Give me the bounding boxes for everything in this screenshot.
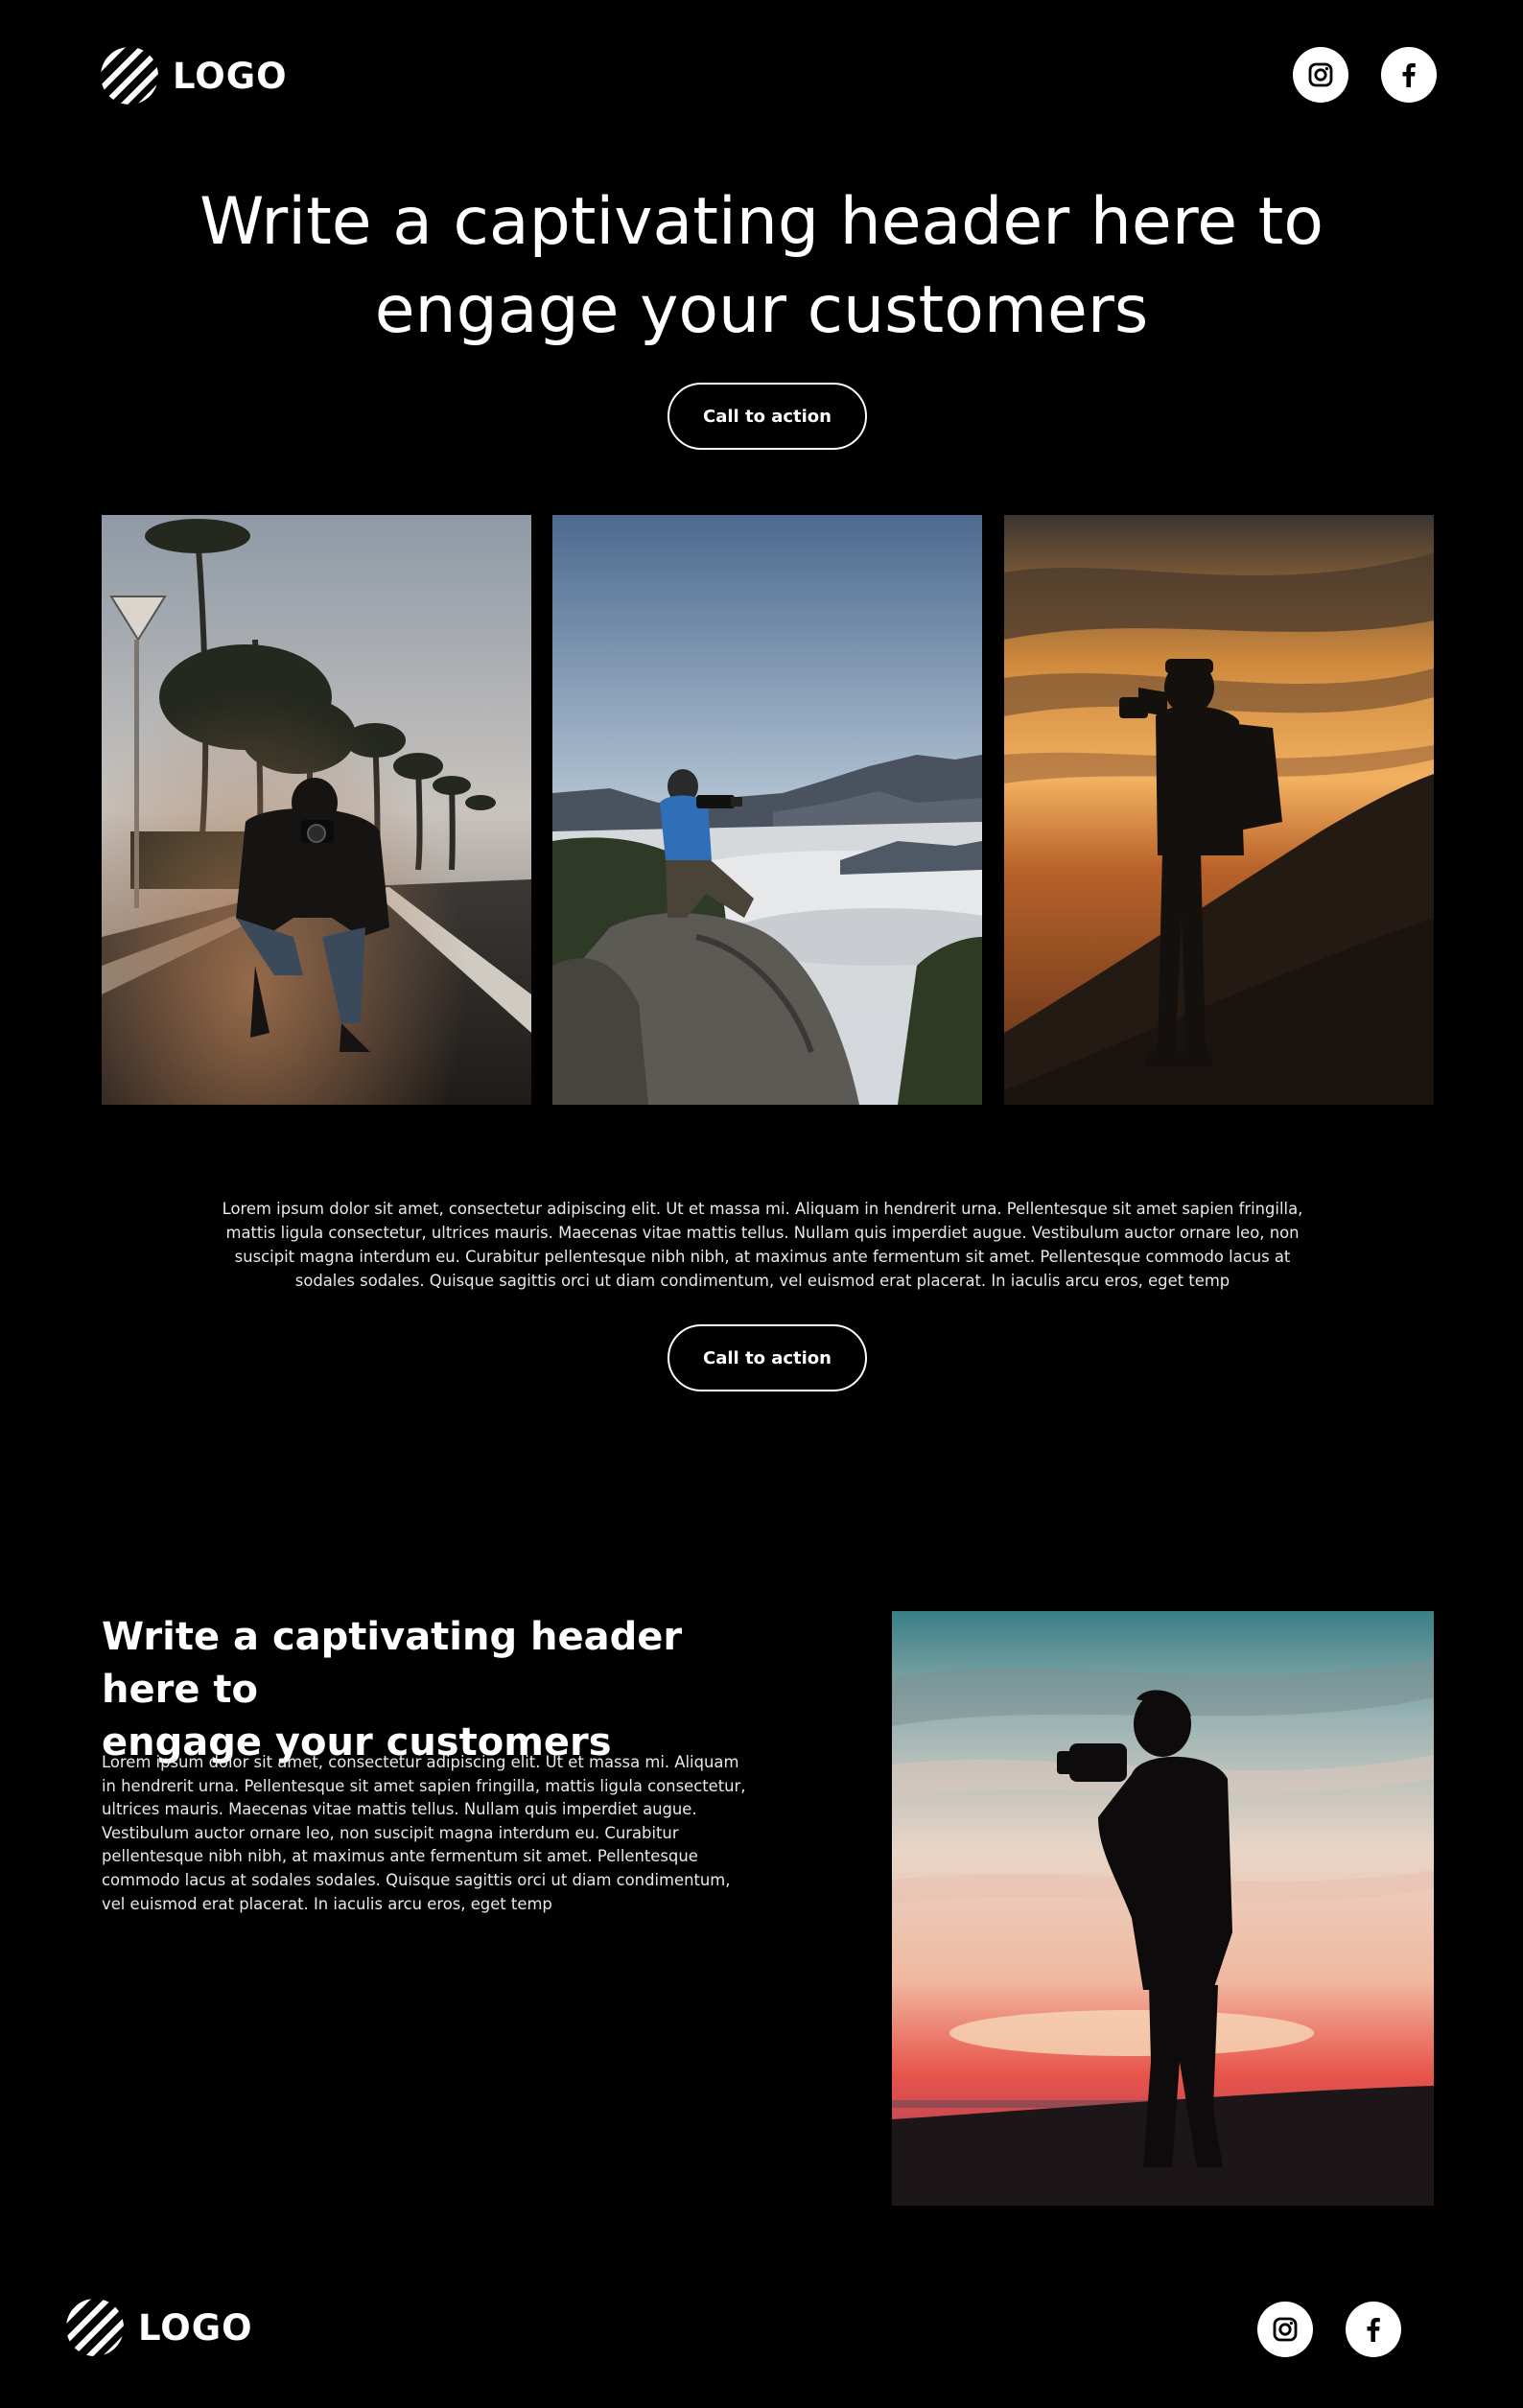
- footer-social-links: [1257, 2302, 1401, 2357]
- instagram-icon: [1273, 2317, 1298, 2342]
- facebook-icon: [1367, 2318, 1380, 2342]
- photographer-on-mountain-photo: [552, 515, 982, 1105]
- hero-title-line-2: engage your customers: [374, 272, 1149, 348]
- logo-text: LOGO: [138, 2306, 253, 2349]
- instagram-button[interactable]: [1293, 47, 1348, 103]
- feature-paragraph: Lorem ipsum dolor sit amet, consectetur …: [102, 1753, 746, 1913]
- hero-title-line-1: Write a captivating header here to: [199, 184, 1324, 260]
- facebook-button[interactable]: [1346, 2302, 1401, 2357]
- facebook-button[interactable]: [1381, 47, 1437, 103]
- instagram-icon: [1308, 62, 1333, 87]
- photographer-on-road-photo: [102, 515, 531, 1105]
- body-cta-button[interactable]: Call to action: [668, 1324, 867, 1391]
- logo-mark-icon: [66, 2299, 124, 2356]
- photographer-silhouette-feature-photo: [892, 1611, 1434, 2206]
- photographer-sunset-silhouette-photo: [1004, 515, 1434, 1105]
- hero-title: Write a captivating header here to engag…: [0, 178, 1523, 355]
- header-social-links: [1293, 47, 1437, 103]
- instagram-button[interactable]: [1257, 2302, 1313, 2357]
- facebook-icon: [1402, 63, 1416, 87]
- logo-mark-icon: [101, 47, 158, 105]
- logo-text: LOGO: [173, 55, 288, 97]
- header-logo[interactable]: LOGO: [100, 46, 288, 105]
- hero-cta-button[interactable]: Call to action: [668, 383, 867, 450]
- body-paragraph: Lorem ipsum dolor sit amet, consectetur …: [222, 1200, 1303, 1290]
- feature-title-line-1: Write a captivating header here to: [102, 1615, 683, 1712]
- footer-logo[interactable]: LOGO: [65, 2298, 253, 2357]
- feature-title: Write a captivating header here to engag…: [102, 1611, 792, 1769]
